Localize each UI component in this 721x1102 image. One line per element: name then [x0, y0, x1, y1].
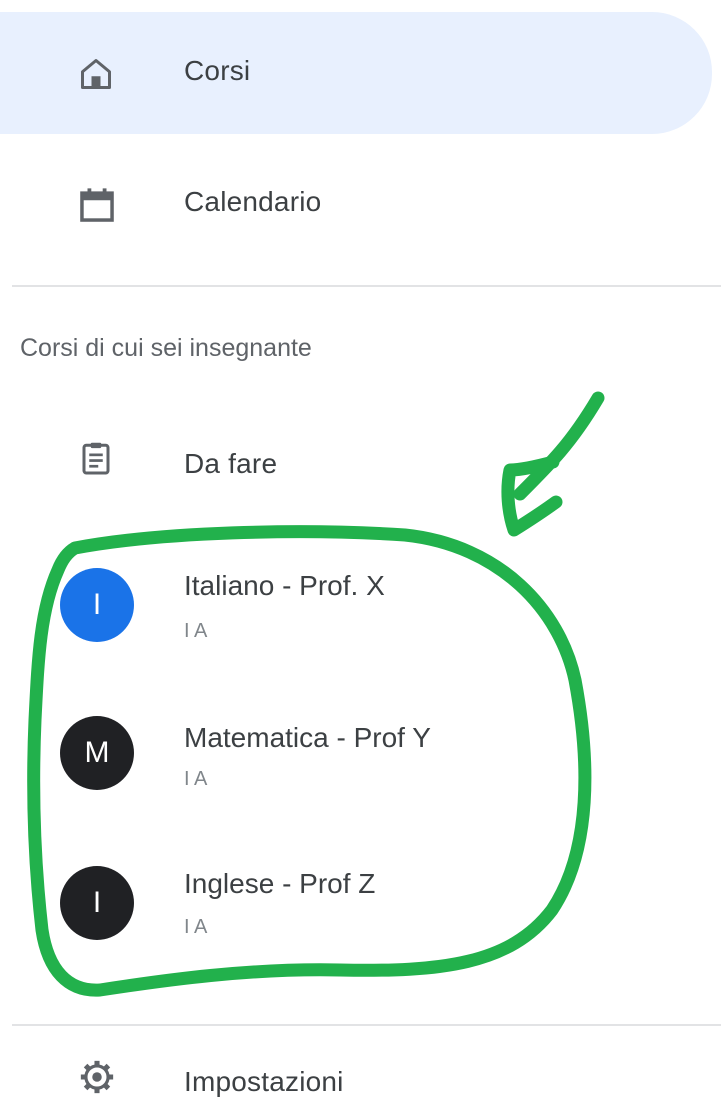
course-avatar: I: [60, 568, 134, 642]
course-item-matematica[interactable]: M Matematica - Prof Y I A: [0, 690, 712, 830]
nav-item-courses[interactable]: Corsi: [0, 12, 712, 134]
course-section: I A: [184, 620, 208, 642]
course-section: I A: [184, 916, 208, 938]
course-name: Italiano - Prof. X: [184, 570, 385, 601]
nav-item-calendar-label: Calendario: [184, 186, 322, 217]
nav-item-settings-label: Impostazioni: [184, 1066, 344, 1097]
clipboard-icon: [82, 442, 110, 475]
course-avatar: I: [60, 866, 134, 940]
course-name: Matematica - Prof Y: [184, 722, 431, 753]
divider-bottom: [12, 1024, 721, 1026]
nav-item-settings[interactable]: Impostazioni: [0, 1038, 712, 1102]
course-item-inglese[interactable]: I Inglese - Prof Z I A: [0, 842, 712, 982]
course-section: I A: [184, 768, 208, 790]
home-icon: [81, 59, 111, 89]
course-item-italiano[interactable]: I Italiano - Prof. X I A: [0, 538, 712, 678]
divider-top: [12, 285, 721, 287]
course-avatar: M: [60, 716, 134, 790]
nav-item-todo[interactable]: Da fare: [0, 408, 712, 524]
nav-item-todo-label: Da fare: [184, 448, 278, 479]
nav-item-courses-label: Corsi: [184, 55, 251, 86]
calendar-icon: [80, 188, 114, 222]
section-heading: Corsi di cui sei insegnante: [20, 334, 312, 362]
gear-icon: [80, 1060, 114, 1094]
nav-item-calendar[interactable]: Calendario: [0, 146, 712, 264]
course-name: Inglese - Prof Z: [184, 868, 376, 899]
